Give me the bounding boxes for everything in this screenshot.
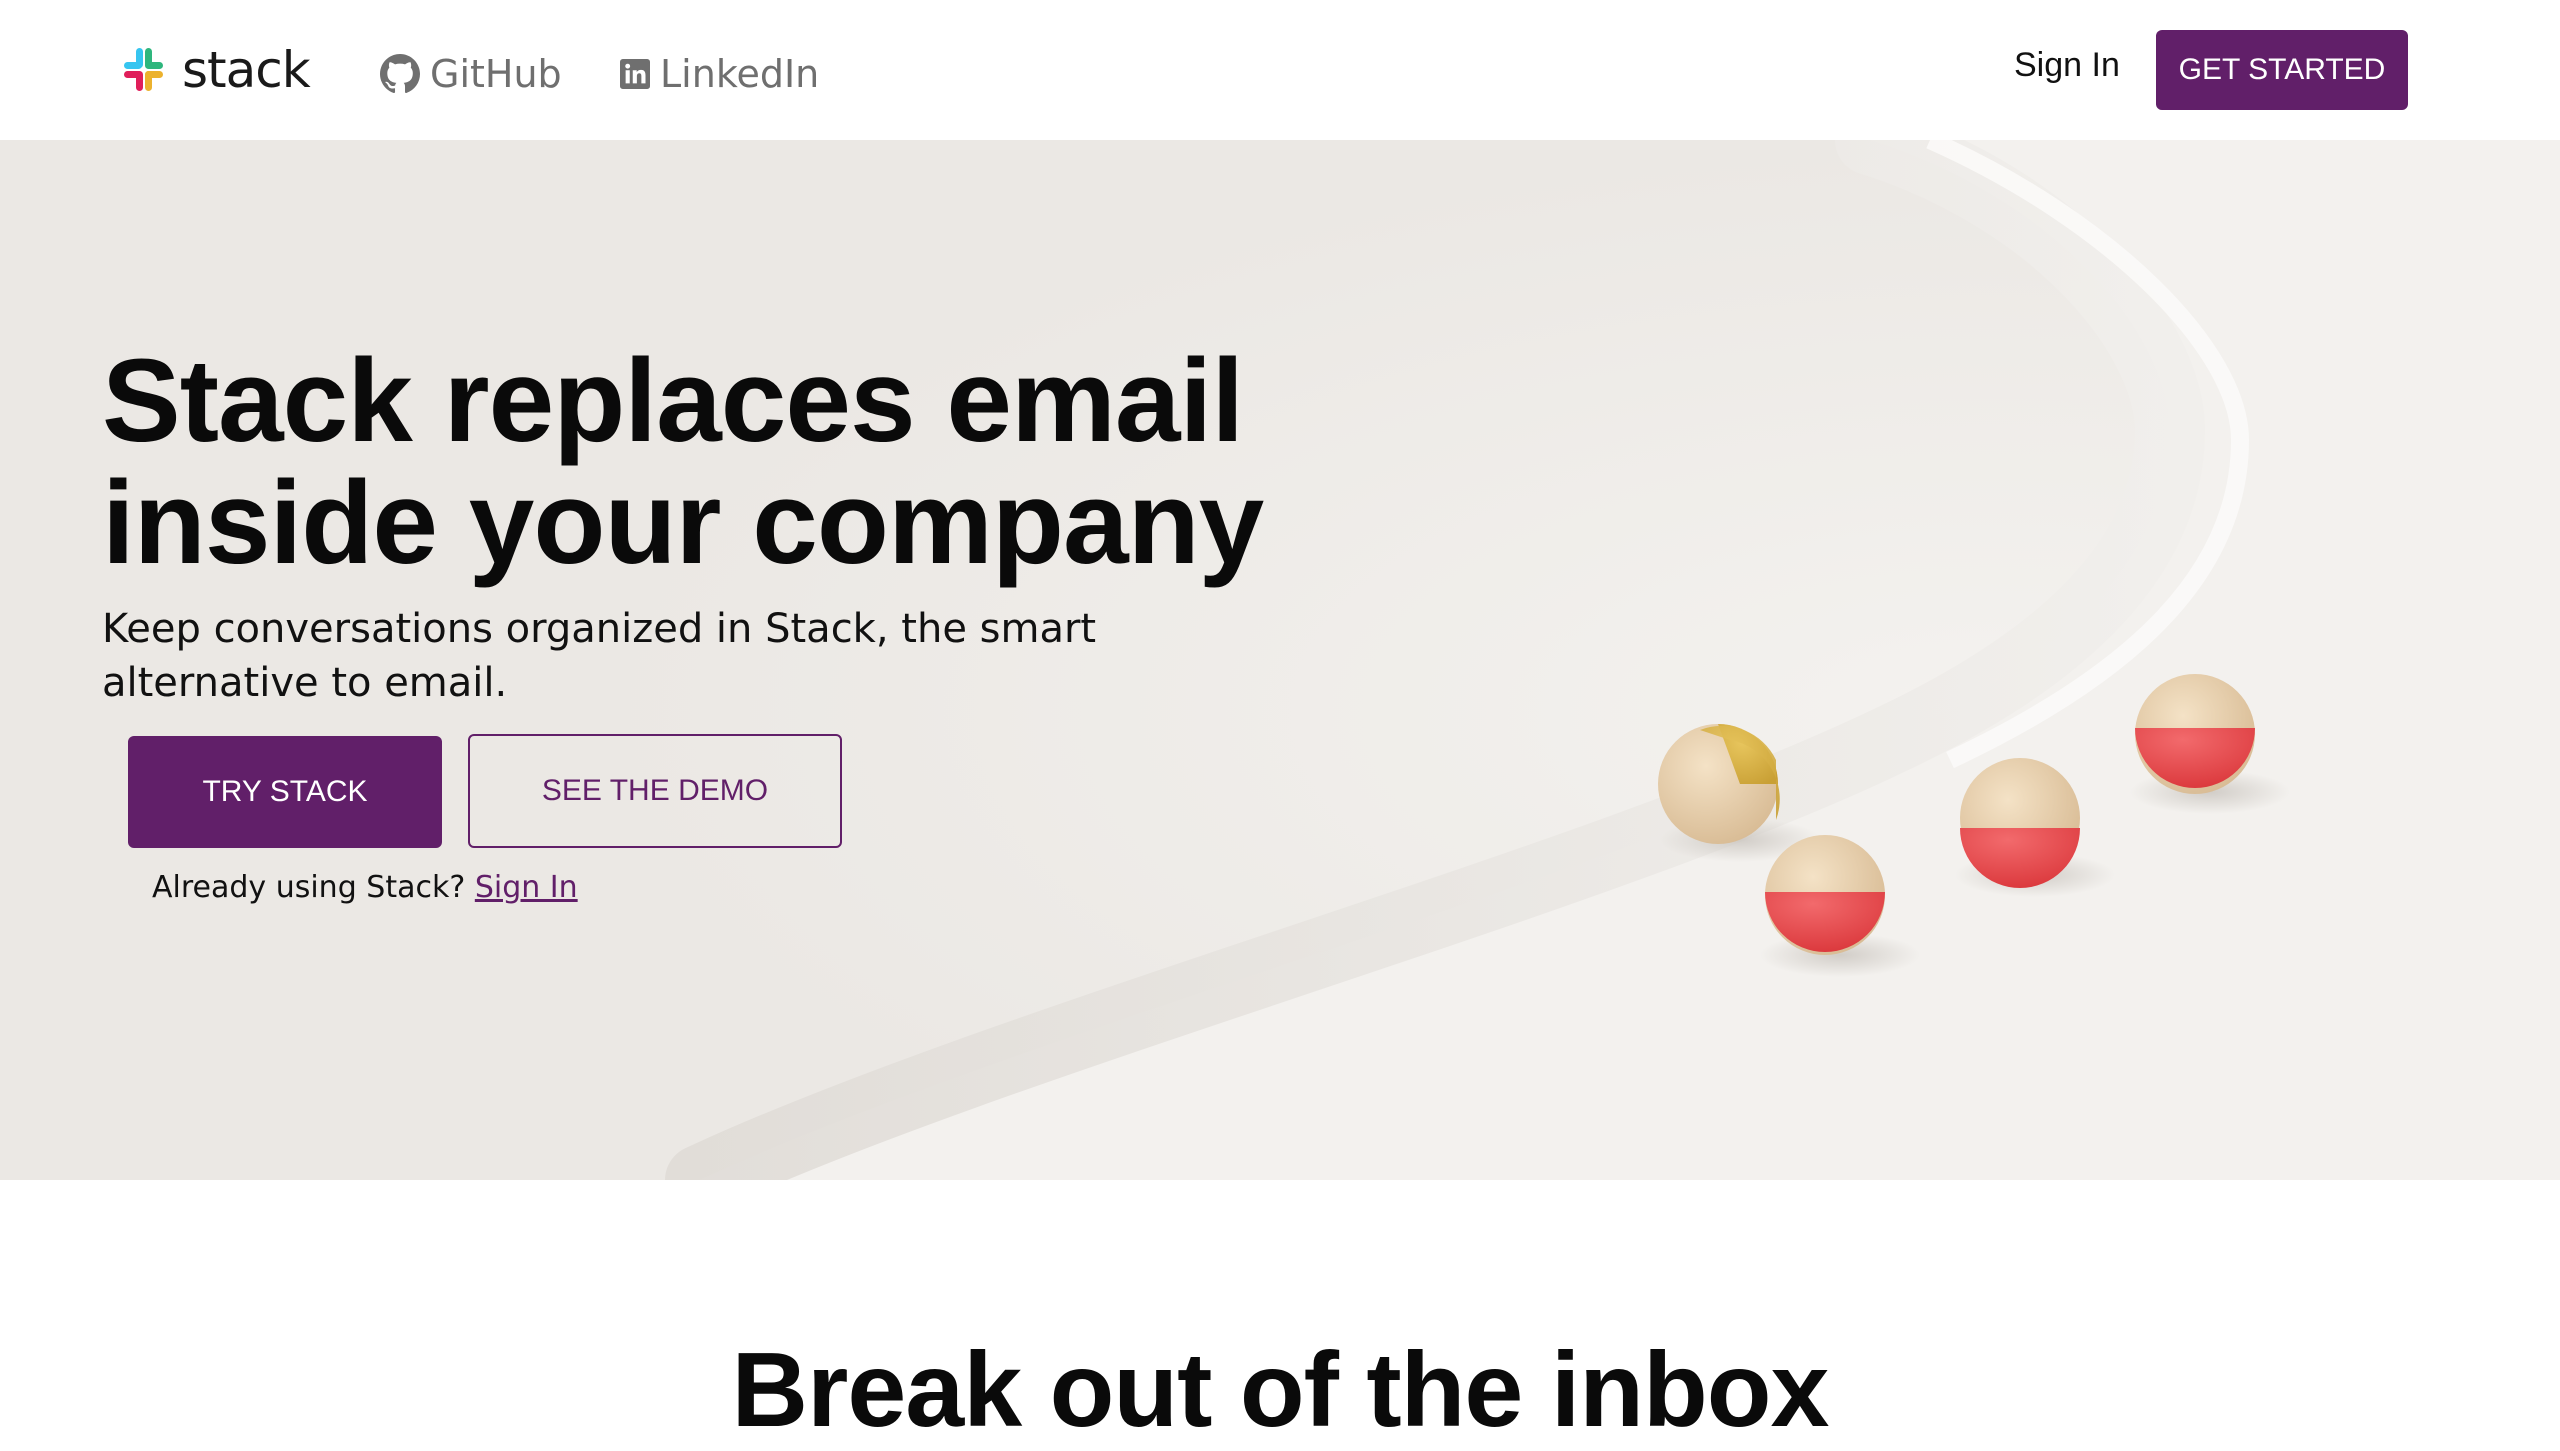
- top-navigation-bar: stack GitHub LinkedIn Sign In GET STARTE…: [0, 0, 2560, 140]
- see-demo-button[interactable]: SEE THE DEMO: [468, 734, 842, 848]
- already-using-note: Already using Stack? Sign In: [152, 870, 578, 905]
- github-icon: [380, 54, 420, 94]
- hero-title-line-1: Stack replaces email: [102, 335, 1244, 467]
- section-title: Break out of the inbox: [731, 1331, 1830, 1449]
- nav-link-github-label: GitHub: [430, 52, 562, 96]
- hero-title-line-2: inside your company: [102, 457, 1264, 589]
- hero-title: Stack replaces email inside your company: [102, 340, 1402, 584]
- hero-sign-in-link[interactable]: Sign In: [475, 870, 578, 905]
- nav-link-linkedin[interactable]: LinkedIn: [620, 46, 819, 102]
- get-started-button[interactable]: GET STARTED: [2156, 30, 2408, 110]
- header-sign-in-link[interactable]: Sign In: [2014, 46, 2120, 85]
- hero-subtitle: Keep conversations organized in Stack, t…: [102, 606, 1097, 706]
- ball-red-1: [1765, 835, 1885, 955]
- nav-link-github[interactable]: GitHub: [380, 46, 562, 102]
- try-stack-button[interactable]: TRY STACK: [128, 736, 442, 848]
- linkedin-icon: [620, 59, 650, 89]
- nav-link-linkedin-label: LinkedIn: [660, 52, 820, 96]
- ball-red-3: [2135, 674, 2255, 794]
- ball-red-2: [1960, 758, 2080, 888]
- brand-name: stack: [182, 41, 311, 99]
- stack-logo-icon: [124, 48, 163, 91]
- already-using-text: Already using Stack?: [152, 870, 466, 905]
- hero-section: Stack replaces email inside your company…: [0, 140, 2560, 1180]
- stack-logo-link[interactable]: stack: [118, 40, 311, 100]
